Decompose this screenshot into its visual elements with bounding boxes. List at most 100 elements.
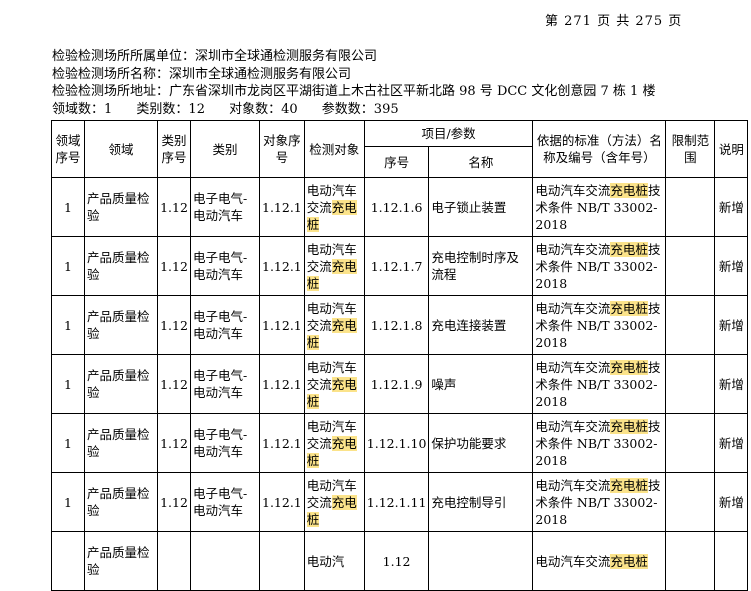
highlight-keyword: 充电桩 — [610, 418, 648, 434]
standard-cell: 电动汽车交流充电桩技术条件 NB/T 33002-2018 — [532, 354, 667, 414]
object-no-cell: 1.12.1 — [259, 177, 305, 237]
object-no-cell: 1.12.1 — [259, 472, 305, 532]
domain-cell: 产品质量检验 — [84, 236, 158, 296]
object-cell: 电动汽车交流充电桩 — [303, 295, 365, 355]
header-category: 类别 — [190, 120, 260, 178]
note-cell: 新增 — [714, 354, 749, 414]
note-cell: 新增 — [714, 472, 749, 532]
object-cell: 电动汽车交流充电桩 — [303, 236, 365, 296]
category-cell: 电子电气-电动汽车 — [190, 177, 260, 237]
category-no-cell: 1.12 — [157, 413, 191, 473]
item-no-cell: 1.12.1.8 — [363, 295, 430, 355]
item-no-cell: 1.12 — [363, 531, 430, 591]
category-cell: 电子电气-电动汽车 — [190, 413, 260, 473]
object-cell: 电动汽车交流充电桩 — [303, 177, 365, 237]
standard-cell: 电动汽车交流充电桩技术条件 NB/T 33002-2018 — [532, 413, 667, 473]
highlight-keyword: 充电桩 — [610, 182, 648, 198]
highlight-keyword: 充电桩 — [610, 359, 648, 375]
header-domain: 领域 — [84, 120, 158, 178]
lab-address: 检验检测场所地址：广东省深圳市龙岗区平湖街道上木古社区平新北路 98 号 DCC… — [52, 84, 656, 99]
limit-cell — [665, 413, 716, 473]
note-cell: 新增 — [714, 177, 749, 237]
header-item-name: 名称 — [428, 146, 534, 178]
domain-cell: 产品质量检验 — [84, 531, 158, 591]
domain-no-cell: 1 — [51, 177, 85, 237]
item-no-cell: 1.12.1.6 — [363, 177, 430, 237]
domain-cell: 产品质量检验 — [84, 177, 158, 237]
item-name-cell: 噪声 — [428, 354, 534, 414]
item-name-cell: 充电控制时序及流程 — [428, 236, 534, 296]
lab-unit: 检验检测场所所属单位：深圳市全球通检测服务有限公司 — [52, 49, 378, 64]
note-cell: 新增 — [714, 236, 749, 296]
item-no-cell: 1.12.1.9 — [363, 354, 430, 414]
table-row: 1 产品质量检验 1.12 电子电气-电动汽车 1.12.1 电动汽车交流充电桩 1.12.… — [51, 354, 749, 414]
note-cell: 新增 — [714, 295, 749, 355]
domain-no-cell: 1 — [51, 354, 85, 414]
limit-cell — [665, 236, 716, 296]
domain-cell: 产品质量检验 — [84, 472, 158, 532]
domain-count: 领域数：1 — [52, 101, 113, 117]
category-no-cell: 1.12 — [157, 354, 191, 414]
category-no-cell: 1.12 — [157, 295, 191, 355]
category-no-cell: 1.12 — [157, 177, 191, 237]
header-category-no: 类别序号 — [157, 120, 191, 178]
category-count: 类别数：12 — [136, 101, 205, 117]
limit-cell — [665, 531, 716, 591]
standard-text: 电动汽车交流 — [535, 418, 611, 434]
domain-no-cell: 1 — [51, 472, 85, 532]
limit-cell — [665, 177, 716, 237]
item-no-cell: 1.12.1.11 — [363, 472, 430, 532]
domain-no-cell: 1 — [51, 236, 85, 296]
table-row: 1 产品质量检验 1.12 电子电气-电动汽车 1.12.1 电动汽车交流充电桩 1.12.… — [51, 177, 749, 237]
category-cell: 电子电气-电动汽车 — [190, 354, 260, 414]
object-cell: 电动汽车交流充电桩 — [303, 413, 365, 473]
object-no-cell: 1.12.1 — [259, 295, 305, 355]
table-body: 1 产品质量检验 1.12 电子电气-电动汽车 1.12.1 电动汽车交流充电桩 1.12.… — [51, 177, 749, 591]
standard-cell: 电动汽车交流充电桩技术条件 NB/T 33002-2018 — [532, 236, 667, 296]
standard-text: 电动汽车交流 — [535, 241, 611, 257]
category-no-cell: 1.12 — [157, 236, 191, 296]
object-no-cell: 1.12.1 — [259, 354, 305, 414]
highlight-keyword: 充电桩 — [610, 241, 648, 257]
standard-text: 电动汽车交流 — [535, 477, 611, 493]
standard-cell: 电动汽车交流充电桩技术条件 NB/T 33002-2018 — [532, 177, 667, 237]
header-domain-no: 领域序号 — [51, 120, 85, 178]
object-count: 对象数：40 — [229, 101, 298, 117]
item-name-cell: 保护功能要求 — [428, 413, 534, 473]
standard-cell: 电动汽车交流充电桩 — [532, 531, 667, 591]
header-standard: 依据的标准（方法）名称及编号（含年号） — [532, 120, 667, 178]
highlight-keyword: 充电桩 — [610, 300, 648, 316]
lab-info: 检验检测场所所属单位：深圳市全球通检测服务有限公司 检验检测场所名称：深圳市全球… — [52, 48, 655, 118]
category-cell: 电子电气-电动汽车 — [190, 236, 260, 296]
lab-name: 检验检测场所名称：深圳市全球通检测服务有限公司 — [52, 66, 352, 82]
category-cell: 电子电气-电动汽车 — [190, 295, 260, 355]
object-no-cell — [259, 531, 305, 591]
domain-cell: 产品质量检验 — [84, 354, 158, 414]
category-no-cell — [157, 531, 191, 591]
capability-table: 领域序号 领域 类别序号 类别 对象序号 检测对象 项目/参数 依据的标准（方法… — [51, 120, 749, 591]
domain-no-cell: 1 — [51, 413, 85, 473]
table-row: 产品质量检验 电动汽 1.12 电动汽车交流充电桩 — [51, 531, 749, 591]
standard-cell: 电动汽车交流充电桩技术条件 NB/T 33002-2018 — [532, 295, 667, 355]
header-item-no: 序号 — [363, 146, 430, 178]
category-no-cell: 1.12 — [157, 472, 191, 532]
category-cell: 电子电气-电动汽车 — [190, 472, 260, 532]
item-name-cell: 充电控制导引 — [428, 472, 534, 532]
table-row: 1 产品质量检验 1.12 电子电气-电动汽车 1.12.1 电动汽车交流充电桩 1.12.… — [51, 295, 749, 355]
standard-text: 电动汽车交流 — [535, 182, 611, 198]
object-no-cell: 1.12.1 — [259, 236, 305, 296]
header-note: 说明 — [714, 120, 749, 178]
limit-cell — [665, 295, 716, 355]
limit-cell — [665, 354, 716, 414]
header-object-no: 对象序号 — [259, 120, 305, 178]
item-no-cell: 1.12.1.10 — [363, 413, 430, 473]
item-name-cell — [428, 531, 534, 591]
domain-no-cell — [51, 531, 85, 591]
table-row: 1 产品质量检验 1.12 电子电气-电动汽车 1.12.1 电动汽车交流充电桩 1.12.… — [51, 236, 749, 296]
header-object: 检测对象 — [303, 120, 365, 178]
domain-no-cell: 1 — [51, 295, 85, 355]
header-limit: 限制范围 — [665, 120, 716, 178]
category-cell — [190, 531, 260, 591]
lab-counts: 领域数：1 类别数：12 对象数：40 参数数：395 — [52, 101, 655, 119]
object-cell: 电动汽 — [303, 531, 365, 591]
